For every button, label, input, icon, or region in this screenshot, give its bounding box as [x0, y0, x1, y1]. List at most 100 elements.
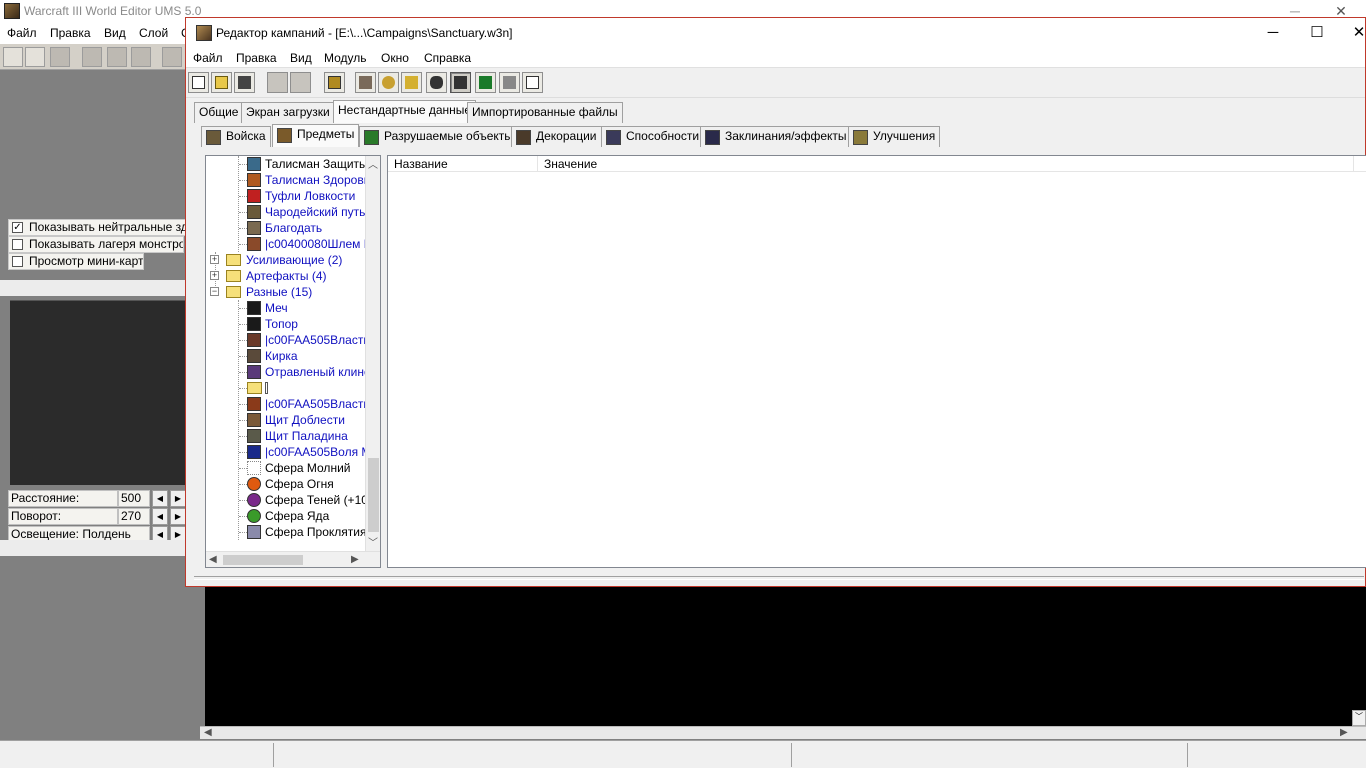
scroll-left-icon[interactable]: ◀	[204, 727, 212, 738]
save-icon[interactable]	[234, 72, 255, 93]
sound-editor-icon[interactable]	[401, 72, 422, 93]
bg-cut-icon[interactable]	[82, 47, 102, 67]
show-neutral-buildings-checkbox[interactable]: ✓ Показывать нейтральные здан	[8, 219, 186, 236]
column-name-header[interactable]: Название	[388, 156, 538, 172]
object-tree-view[interactable]: Талисман Защиты Талисман Здоровья Туфли …	[205, 155, 381, 568]
object-manager-icon[interactable]	[499, 72, 520, 93]
trigger-editor-icon[interactable]	[378, 72, 399, 93]
tree-connector	[239, 436, 247, 437]
tree-connector	[239, 388, 247, 389]
scroll-thumb[interactable]	[368, 458, 379, 532]
menu-help[interactable]: Справка	[424, 51, 471, 65]
collapse-minus-icon[interactable]: −	[210, 287, 219, 296]
terrain-editor-icon[interactable]	[355, 72, 376, 93]
map-viewport[interactable]	[205, 586, 1366, 726]
spell-icon	[705, 130, 720, 145]
item-sword-icon	[247, 301, 261, 315]
rotation-row: Поворот: 270 ◀ ▶	[8, 508, 186, 525]
bg-undo-icon[interactable]	[162, 47, 182, 67]
menu-module[interactable]: Модуль	[324, 51, 367, 65]
map-editor-icon[interactable]	[324, 72, 345, 93]
bg-menu-edit[interactable]: Правка	[50, 26, 91, 40]
tab-upgrades[interactable]: Улучшения	[848, 126, 941, 147]
tab-units-label: Войска	[226, 129, 266, 143]
rotation-value[interactable]: 270	[118, 508, 150, 525]
tree-connector	[239, 164, 247, 165]
tree-connector	[239, 532, 247, 533]
folder-icon	[226, 270, 241, 282]
background-window-title: Warcraft III World Editor UMS 5.0	[24, 4, 202, 18]
tab-abilities[interactable]: Способности	[601, 126, 705, 147]
properties-grid[interactable]: Название Значение	[387, 155, 1366, 568]
map-horizontal-scrollbar[interactable]: ◀ ▶	[200, 726, 1366, 739]
close-icon[interactable]: ✕	[1336, 22, 1366, 44]
tab-destructibles[interactable]: Разрушаемые объекты	[359, 126, 518, 147]
tab-buffs-effects[interactable]: Заклинания/эффекты	[700, 126, 852, 147]
distance-increase-icon[interactable]: ▶	[170, 490, 186, 507]
tree-connector	[239, 452, 247, 453]
checkbox-box	[12, 256, 23, 267]
scroll-down-icon[interactable]: ﹀	[1352, 710, 1366, 726]
status-segment	[0, 743, 274, 767]
tab-items[interactable]: Предметы	[272, 124, 360, 147]
tab-imported-files[interactable]: Импортированные файлы	[467, 102, 623, 123]
tab-general[interactable]: Общие	[194, 102, 244, 123]
checkbox-label: Показывать нейтральные здан	[29, 220, 186, 234]
tree-horizontal-scrollbar[interactable]: ◀ ▶	[206, 551, 380, 567]
tab-units[interactable]: Войска	[201, 126, 271, 147]
bg-menu-layer[interactable]: Слой	[139, 26, 168, 40]
tree-vertical-scrollbar[interactable]: ︿ ﹀	[365, 156, 380, 551]
tab-loading-screen[interactable]: Экран загрузки	[241, 102, 335, 123]
column-value-header[interactable]: Значение	[538, 156, 1354, 172]
orb-curse-icon	[247, 525, 261, 539]
expand-plus-icon[interactable]: +	[210, 271, 219, 280]
bg-paste-icon[interactable]	[131, 47, 151, 67]
distance-decrease-icon[interactable]: ◀	[152, 490, 168, 507]
item-power-icon	[247, 333, 261, 347]
minimap[interactable]	[10, 300, 190, 485]
bg-save-icon[interactable]	[50, 47, 70, 67]
background-menu-bar: Файл Правка Вид Слой С	[0, 22, 190, 44]
scroll-thumb[interactable]	[223, 555, 303, 565]
maximize-icon[interactable]: ☐	[1294, 22, 1340, 44]
menu-file[interactable]: Файл	[193, 51, 223, 65]
bg-menu-file[interactable]: Файл	[7, 26, 37, 40]
minimap-preview-checkbox[interactable]: Просмотр мини-карты	[8, 253, 144, 270]
scroll-up-icon[interactable]: ︿	[368, 156, 378, 171]
menu-window[interactable]: Окно	[381, 51, 409, 65]
tree-connector	[239, 500, 247, 501]
new-file-icon[interactable]	[188, 72, 209, 93]
open-folder-icon[interactable]	[211, 72, 232, 93]
tab-doodads[interactable]: Декорации	[511, 126, 602, 147]
menu-view[interactable]: Вид	[290, 51, 312, 65]
ai-editor-icon[interactable]	[475, 72, 496, 93]
scroll-right-icon[interactable]: ▶	[351, 554, 359, 565]
menu-edit[interactable]: Правка	[236, 51, 277, 65]
tab-custom-data[interactable]: Нестандартные данные	[333, 100, 477, 123]
bg-open-icon[interactable]	[25, 47, 45, 67]
tree-connector	[239, 372, 247, 373]
bg-copy-icon[interactable]	[107, 47, 127, 67]
item-will-icon	[247, 445, 261, 459]
scroll-left-icon[interactable]: ◀	[209, 554, 217, 565]
rotation-decrease-icon[interactable]: ◀	[152, 508, 168, 525]
paste-icon[interactable]	[290, 72, 311, 93]
checkmark-icon: ✓	[12, 222, 23, 233]
object-editor-icon[interactable]	[426, 72, 447, 93]
scroll-down-icon[interactable]: ﹀	[368, 534, 378, 549]
campaign-editor-button-icon[interactable]	[450, 72, 471, 93]
import-manager-icon[interactable]	[522, 72, 543, 93]
tree-connector	[239, 356, 247, 357]
expand-plus-icon[interactable]: +	[210, 255, 219, 264]
minimize-icon[interactable]: ─	[1250, 22, 1296, 44]
show-monster-camps-checkbox[interactable]: Показывать лагеря монстров	[8, 236, 184, 253]
rotation-increase-icon[interactable]: ▶	[170, 508, 186, 525]
world-editor-icon	[4, 3, 20, 19]
scroll-right-icon[interactable]: ▶	[1340, 727, 1348, 738]
status-segment	[274, 743, 792, 767]
copy-icon[interactable]	[267, 72, 288, 93]
bg-new-icon[interactable]	[3, 47, 23, 67]
open-folder-icon	[226, 286, 241, 298]
distance-value[interactable]: 500	[118, 490, 150, 507]
bg-menu-view[interactable]: Вид	[104, 26, 126, 40]
